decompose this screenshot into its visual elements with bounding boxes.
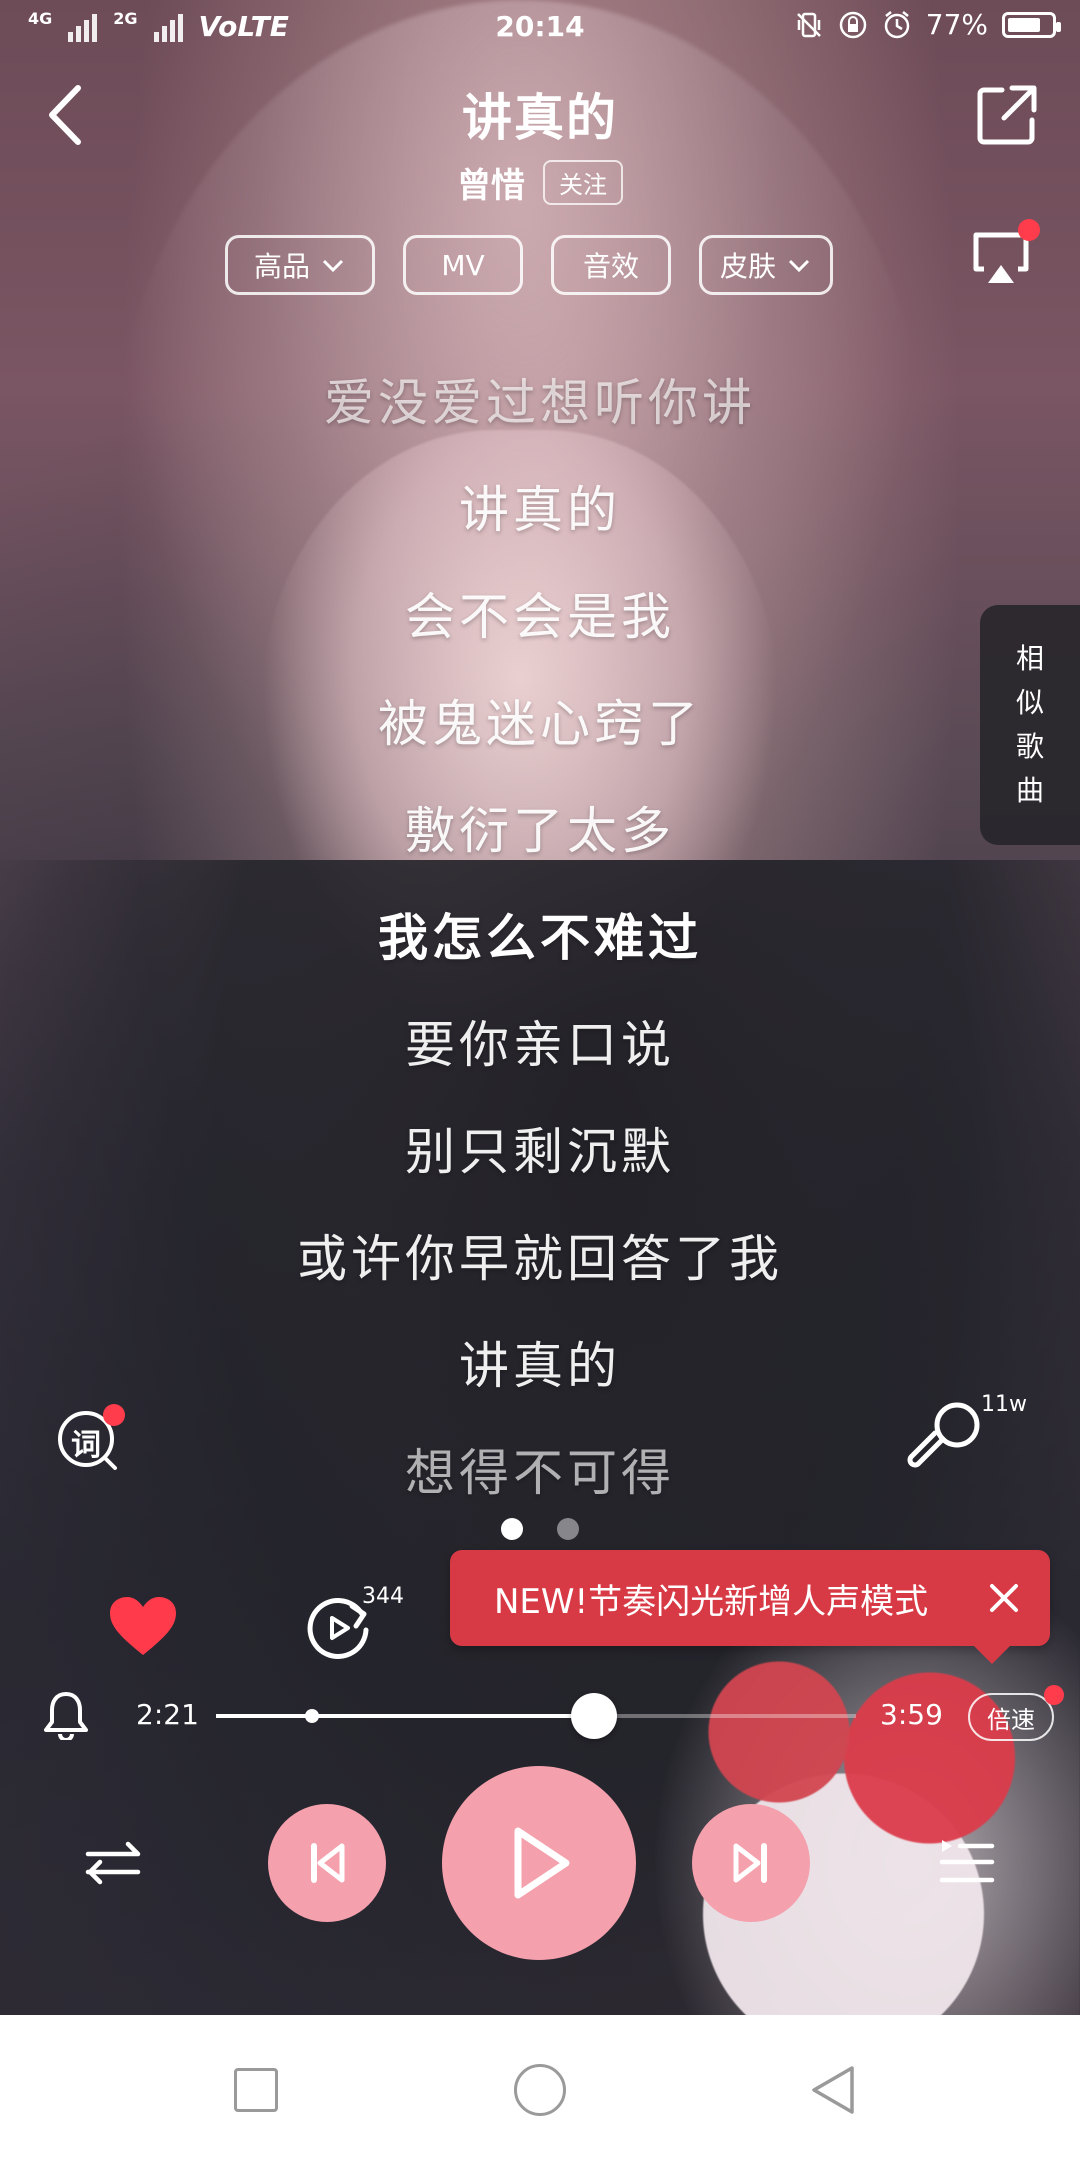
speed-badge [1044, 1685, 1064, 1705]
page-indicator [0, 1518, 1080, 1540]
share-icon[interactable] [972, 80, 1042, 150]
lyric-tool-button[interactable]: 词 [55, 1404, 125, 1474]
play-button[interactable] [442, 1766, 636, 1960]
speed-button[interactable]: 倍速 [968, 1685, 1064, 1741]
sound-effect-chip-label: 音效 [582, 250, 639, 283]
chevron-down-icon [788, 259, 810, 273]
similar-songs-char: 相 [1015, 642, 1044, 675]
cast-badge [1018, 219, 1040, 241]
song-title: 讲真的 [462, 89, 618, 147]
sound-effect-chip[interactable]: 音效 [551, 235, 671, 295]
recents-button[interactable] [234, 2068, 278, 2112]
bell-icon[interactable] [40, 1688, 92, 1740]
alarm-icon [884, 10, 910, 38]
mic-count: 11w [981, 1392, 1027, 1417]
current-time: 2:21 [136, 1698, 199, 1731]
similar-songs-tab[interactable]: 相 似 歌 曲 [980, 605, 1080, 845]
page-dot-active [501, 1518, 523, 1540]
home-button[interactable] [514, 2064, 566, 2116]
progress-marker [305, 1709, 319, 1723]
quality-chip[interactable]: 高品 [225, 235, 375, 295]
skin-chip[interactable]: 皮肤 [699, 235, 833, 295]
vibrate-icon [796, 12, 821, 37]
close-icon[interactable] [986, 1580, 1022, 1616]
status-right: 77% [794, 8, 1061, 41]
lyric-line: 别只剩沉默 [405, 1123, 675, 1181]
mv-chip[interactable]: MV [403, 235, 523, 295]
battery-icon [1002, 11, 1061, 38]
lyric-line: 或许你早就回答了我 [297, 1230, 783, 1288]
lock-rotation-icon [839, 11, 867, 38]
lyrics-panel[interactable]: 爱没爱过想听你讲 讲真的 会不会是我 被鬼迷心窍了 敷衍了太多 我怎么不难过 要… [0, 350, 1080, 1527]
lyric-line: 爱没爱过想听你讲 [324, 374, 756, 432]
similar-songs-char: 似 [1015, 686, 1044, 719]
next-icon [733, 1843, 767, 1883]
prev-icon [311, 1843, 345, 1883]
progress-fill [216, 1714, 594, 1718]
lyric-line: 要你亲口说 [405, 1016, 675, 1074]
mv-chip-label: MV [441, 248, 485, 282]
next-button[interactable] [692, 1804, 810, 1922]
replay-count: 344 [362, 1584, 404, 1609]
option-chips: 高品 MV 音效 皮肤 [225, 235, 833, 295]
new-feature-toast[interactable]: NEW!节奏闪光新增人声模式 [450, 1550, 1050, 1664]
previous-button[interactable] [268, 1804, 386, 1922]
total-time: 3:59 [880, 1698, 943, 1731]
artist-row: 曾惜 关注 [0, 158, 1080, 207]
lyric-line: 会不会是我 [405, 588, 675, 646]
cast-button[interactable] [968, 219, 1040, 291]
similar-songs-char: 曲 [1015, 774, 1044, 807]
similar-songs-char: 歌 [1015, 730, 1044, 763]
lyric-line-current: 我怎么不难过 [378, 909, 702, 967]
shuffle-icon[interactable] [84, 1838, 144, 1888]
lyric-line: 讲真的 [459, 481, 621, 539]
speed-label: 倍速 [987, 1705, 1035, 1734]
battery-percent: 77% [925, 8, 988, 41]
lyric-line: 被鬼迷心窍了 [378, 695, 702, 753]
lyric-badge [103, 1404, 125, 1426]
status-bar: 4G 2G VoLTE 20:14 77% [0, 0, 1080, 56]
back-nav-icon[interactable] [804, 2062, 860, 2118]
follow-button[interactable]: 关注 [543, 160, 623, 205]
queue-icon[interactable] [936, 1834, 996, 1890]
toast-text: NEW!节奏闪光新增人声模式 [494, 1581, 929, 1622]
skin-chip-label: 皮肤 [719, 250, 776, 283]
progress-bar[interactable] [216, 1693, 856, 1739]
lyric-button-label: 词 [71, 1428, 101, 1463]
play-icon [514, 1827, 570, 1899]
page-dot [557, 1518, 579, 1540]
heart-icon[interactable] [108, 1595, 178, 1657]
chevron-down-icon [322, 259, 344, 273]
progress-knob[interactable] [570, 1693, 617, 1739]
artist-name[interactable]: 曾惜 [457, 158, 525, 207]
quality-chip-label: 高品 [253, 250, 310, 283]
lyric-line: 敷衍了太多 [405, 802, 675, 860]
